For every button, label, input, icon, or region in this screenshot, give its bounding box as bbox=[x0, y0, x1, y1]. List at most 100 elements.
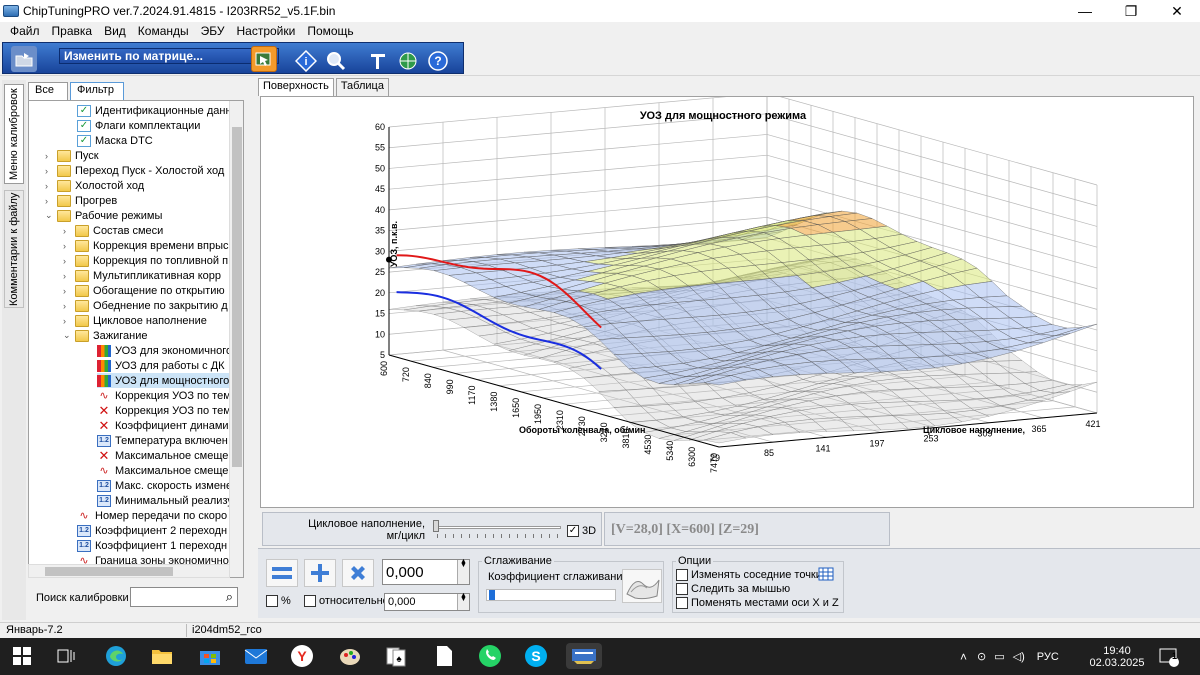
relative-value-input[interactable]: 0,000 ▲ ▼ bbox=[384, 592, 470, 611]
chevron-right-icon[interactable]: › bbox=[63, 241, 73, 251]
tree-item[interactable]: › Обеднение по закрытию д bbox=[63, 298, 228, 313]
set-equal-button[interactable] bbox=[266, 559, 298, 587]
clock[interactable]: 19:40 02.03.2025 bbox=[1088, 638, 1146, 675]
smooth-apply-button[interactable] bbox=[622, 569, 662, 603]
network-icon[interactable]: ▭ bbox=[994, 650, 1004, 663]
skype-button[interactable]: S bbox=[522, 643, 550, 669]
file-explorer-button[interactable] bbox=[148, 643, 176, 669]
tab-table[interactable]: Таблица bbox=[335, 78, 389, 96]
percent-checkbox-box[interactable] bbox=[266, 595, 278, 607]
tab-filter[interactable]: Фильтр bbox=[70, 82, 124, 100]
value-input[interactable]: 0,000 ▲ ▼ bbox=[382, 558, 470, 585]
chevron-right-icon[interactable]: › bbox=[63, 286, 73, 296]
option-follow-mouse-box[interactable] bbox=[676, 583, 688, 595]
option-swap-axes-checkbox[interactable]: Поменять местами оси X и Z bbox=[676, 597, 839, 609]
add-button[interactable] bbox=[304, 559, 336, 587]
menu-edit[interactable]: Правка bbox=[46, 24, 99, 38]
tree-item[interactable]: 1.2 Коэффициент 2 переходн bbox=[77, 523, 227, 538]
grid-select-button[interactable] bbox=[818, 567, 834, 584]
tree-item[interactable]: УОЗ для экономичного bbox=[97, 343, 232, 358]
tree-item[interactable]: УОЗ для мощностного bbox=[97, 373, 230, 388]
menu-ecu[interactable]: ЭБУ bbox=[195, 24, 231, 38]
language-indicator[interactable]: РУС bbox=[1037, 651, 1059, 663]
tree-item[interactable]: ✕ Коррекция УОЗ по тем bbox=[97, 403, 231, 418]
chevron-right-icon[interactable]: › bbox=[63, 301, 73, 311]
maximize-button[interactable]: ❐ bbox=[1108, 0, 1154, 22]
menu-help[interactable]: Помощь bbox=[301, 24, 359, 38]
search-icon[interactable]: ⌕ bbox=[226, 589, 233, 605]
chevron-right-icon[interactable]: › bbox=[63, 226, 73, 236]
tree-item[interactable]: › Мультипликативная корр bbox=[63, 268, 221, 283]
mail-button[interactable] bbox=[242, 643, 270, 669]
solitaire-button[interactable]: ♠ bbox=[382, 643, 410, 669]
relative-checkbox[interactable]: относительно bbox=[304, 595, 389, 607]
smoothing-slider-thumb[interactable] bbox=[489, 590, 495, 600]
tree-item[interactable]: › Состав смеси bbox=[63, 223, 163, 238]
surface-chart-frame[interactable]: 5 10 15 20 25 30 35 40 45 50 55 60 600 720 840 990 1170 1… bbox=[260, 96, 1194, 508]
minimize-button[interactable]: — bbox=[1062, 0, 1108, 22]
tree-item[interactable]: › Пуск bbox=[45, 148, 99, 163]
open-file-icon[interactable] bbox=[11, 46, 37, 72]
scroll-thumb[interactable] bbox=[232, 127, 242, 467]
tree-item[interactable]: ✓ Идентификационные данные bbox=[77, 103, 243, 118]
tree-item[interactable]: ⌄ Зажигание bbox=[63, 328, 148, 343]
tree-item[interactable]: 1.2 Минимальный реализу bbox=[97, 493, 233, 508]
tree-hscrollbar[interactable] bbox=[28, 564, 230, 578]
tab-surface[interactable]: Поверхность bbox=[258, 78, 334, 96]
menu-settings[interactable]: Настройки bbox=[230, 24, 301, 38]
tree-item[interactable]: › Переход Пуск - Холостой ход bbox=[45, 163, 224, 178]
tree-item[interactable]: ∿ Номер передачи по скоро bbox=[77, 508, 227, 523]
tree-item[interactable]: 1.2 Макс. скорость измене bbox=[97, 478, 232, 493]
checkbox-3d-box[interactable]: ✓ bbox=[567, 525, 579, 537]
relative-checkbox-box[interactable] bbox=[304, 595, 316, 607]
camera-icon[interactable]: ⊙ bbox=[977, 650, 986, 663]
tree-item[interactable]: 1.2 Коэффициент 1 переходн bbox=[77, 538, 227, 553]
chevron-down-icon[interactable]: ⌄ bbox=[63, 330, 73, 341]
tree-item[interactable]: ✓ Маска DTC bbox=[77, 133, 153, 148]
cursor-tool-button[interactable] bbox=[251, 46, 277, 72]
notepad-button[interactable] bbox=[430, 643, 458, 669]
tree-item[interactable]: › Обогащение по открытию bbox=[63, 283, 225, 298]
menu-file[interactable]: Файл bbox=[4, 24, 46, 38]
store-button[interactable] bbox=[196, 643, 224, 669]
menu-commands[interactable]: Команды bbox=[132, 24, 195, 38]
web-button[interactable] bbox=[395, 48, 421, 74]
tree-item[interactable]: › Коррекция времени впрыс bbox=[63, 238, 229, 253]
surface-chart[interactable]: 5 10 15 20 25 30 35 40 45 50 55 60 600 720 840 990 1170 1… bbox=[261, 97, 1193, 507]
checkbox-3d[interactable]: ✓ 3D bbox=[567, 525, 596, 537]
option-neighbors-checkbox[interactable]: Изменять соседние точки bbox=[676, 569, 822, 581]
chevron-right-icon[interactable]: › bbox=[45, 151, 55, 161]
yandex-browser-button[interactable]: Y bbox=[288, 643, 316, 669]
mode-combobox[interactable]: Изменить по матрице... ▼ bbox=[59, 48, 279, 64]
info-button[interactable]: i bbox=[293, 48, 319, 74]
chevron-right-icon[interactable]: › bbox=[45, 166, 55, 176]
option-neighbors-box[interactable] bbox=[676, 569, 688, 581]
zoom-button[interactable] bbox=[323, 48, 349, 74]
menu-view[interactable]: Вид bbox=[98, 24, 132, 38]
volume-icon[interactable]: ◁) bbox=[1013, 650, 1025, 663]
tree-item[interactable]: ✓ Флаги комплектации bbox=[77, 118, 200, 133]
tree-item[interactable]: ✕ Максимальное смещен bbox=[97, 448, 235, 463]
chevron-down-icon[interactable]: ⌄ bbox=[45, 210, 55, 221]
chevron-right-icon[interactable]: › bbox=[45, 181, 55, 191]
option-follow-mouse-checkbox[interactable]: Следить за мышью bbox=[676, 583, 790, 595]
tree-vscrollbar[interactable] bbox=[229, 101, 243, 577]
multiply-button[interactable] bbox=[342, 559, 374, 587]
chevron-right-icon[interactable]: › bbox=[63, 271, 73, 281]
tree-item[interactable]: ⌄ Рабочие режимы bbox=[45, 208, 162, 223]
percent-checkbox[interactable]: % bbox=[266, 595, 291, 607]
tree-item[interactable]: ✕ Коэффициент динамич bbox=[97, 418, 235, 433]
start-button[interactable] bbox=[8, 643, 36, 669]
edge-browser-button[interactable] bbox=[102, 643, 130, 669]
tree-item[interactable]: УОЗ для работы с ДК bbox=[97, 358, 225, 373]
tree-item[interactable]: ∿ Максимальное смещен bbox=[97, 463, 234, 478]
chevron-right-icon[interactable]: › bbox=[45, 196, 55, 206]
chevron-right-icon[interactable]: › bbox=[63, 316, 73, 326]
tab-all[interactable]: Все bbox=[28, 82, 68, 100]
notification-button[interactable]: 1 bbox=[1158, 638, 1180, 675]
value-spinner[interactable]: ▲ ▼ bbox=[457, 558, 469, 584]
tab-file-comments[interactable]: Комментарии к файлу bbox=[4, 190, 24, 308]
tree-item[interactable]: › Цикловое наполнение bbox=[63, 313, 207, 328]
tree-item[interactable]: › Холостой ход bbox=[45, 178, 144, 193]
scroll-thumb[interactable] bbox=[45, 567, 173, 576]
